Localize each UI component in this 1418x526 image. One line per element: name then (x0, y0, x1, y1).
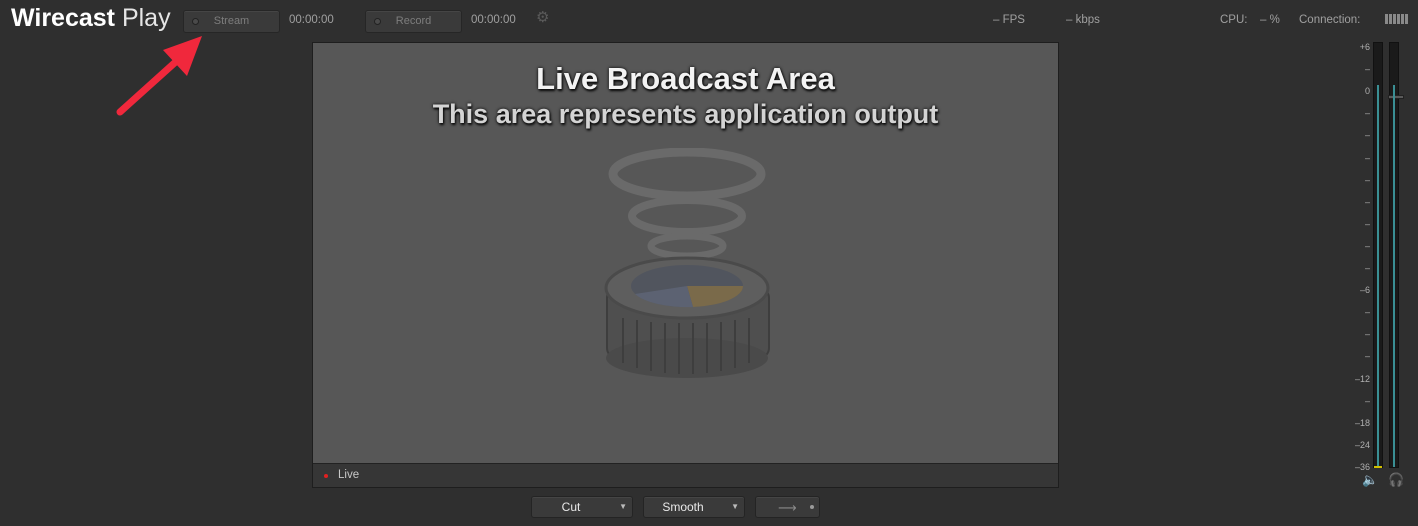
audio-meter-right-fill (1393, 85, 1395, 467)
meter-scale-label: – (1364, 108, 1370, 119)
headphones-icon[interactable]: 🎧 (1388, 472, 1404, 488)
live-label: Live (338, 469, 360, 481)
fps-readout: – FPS (993, 14, 1025, 26)
go-button[interactable]: ⟶ (755, 496, 820, 518)
callout-arrow-icon (116, 36, 202, 116)
cpu-label: CPU: (1220, 14, 1248, 26)
go-indicator-icon (810, 505, 814, 509)
meter-scale-label: – (1364, 64, 1370, 75)
meter-scale-label: – (1364, 351, 1370, 362)
meter-scale-label: – (1364, 329, 1370, 340)
transition-cut-select[interactable]: Cut ▼ (531, 496, 633, 518)
transition-smooth-label: Smooth (662, 500, 704, 514)
meter-scale-label: –36 (1354, 462, 1370, 472)
record-indicator-icon (374, 18, 381, 25)
meter-scale-label: –18 (1354, 417, 1370, 428)
record-button[interactable]: Record (365, 10, 462, 33)
record-timer: 00:00:00 (471, 14, 516, 26)
audio-meter-left-fill (1377, 85, 1379, 467)
meter-scale-label: – (1364, 263, 1370, 274)
stream-timer: 00:00:00 (289, 14, 334, 26)
volume-slider-handle[interactable] (1388, 95, 1404, 99)
meter-scale-label: – (1364, 130, 1370, 141)
chevron-down-icon: ▼ (619, 502, 627, 511)
meter-scale-label: –12 (1354, 373, 1370, 384)
chevron-down-icon: ▼ (731, 502, 739, 511)
meter-scale-label: – (1364, 240, 1370, 251)
meter-scale-label: +6 (1359, 42, 1370, 52)
kbps-readout: – kbps (1066, 14, 1100, 26)
meter-scale-label: – (1364, 152, 1370, 163)
wirecast-logo-icon (604, 148, 770, 378)
transition-smooth-select[interactable]: Smooth ▼ (643, 496, 745, 518)
meter-scale-label: – (1364, 307, 1370, 318)
stream-indicator-icon (192, 18, 199, 25)
connection-label: Connection: (1299, 14, 1361, 26)
transition-cut-label: Cut (561, 500, 581, 514)
meter-scale-label: 0 (1364, 86, 1370, 97)
brand-bold: Wirecast (11, 4, 115, 32)
audio-meter-left (1373, 42, 1383, 468)
preview-subtitle: This area represents application output (432, 99, 939, 129)
stream-label: Stream (213, 15, 250, 27)
live-indicator-icon (324, 474, 328, 478)
meter-scale-label: – (1364, 196, 1370, 207)
meter-scale-label: – (1364, 174, 1370, 185)
preview-statusbar: Live (313, 463, 1058, 487)
cpu-value: – % (1260, 14, 1280, 26)
app-title: Wirecast Play (11, 4, 171, 33)
arrow-right-icon: ⟶ (778, 500, 797, 515)
record-label: Record (395, 15, 432, 27)
preview-title: Live Broadcast Area (536, 61, 835, 96)
meter-scale-label: – (1364, 218, 1370, 229)
audio-meter-right[interactable] (1388, 42, 1404, 468)
connection-bars-icon (1385, 14, 1408, 24)
meter-floor-tick (1374, 466, 1382, 468)
meter-scale-label: –6 (1359, 285, 1370, 296)
meter-scale-label: –24 (1354, 439, 1370, 450)
speaker-icon[interactable]: 🔈 (1362, 472, 1378, 488)
gear-icon[interactable]: ⚙ (536, 10, 552, 26)
live-broadcast-preview[interactable]: Live Broadcast Area This area represents… (312, 42, 1059, 488)
brand-light: Play (121, 4, 171, 32)
meter-scale-label: – (1364, 395, 1370, 406)
